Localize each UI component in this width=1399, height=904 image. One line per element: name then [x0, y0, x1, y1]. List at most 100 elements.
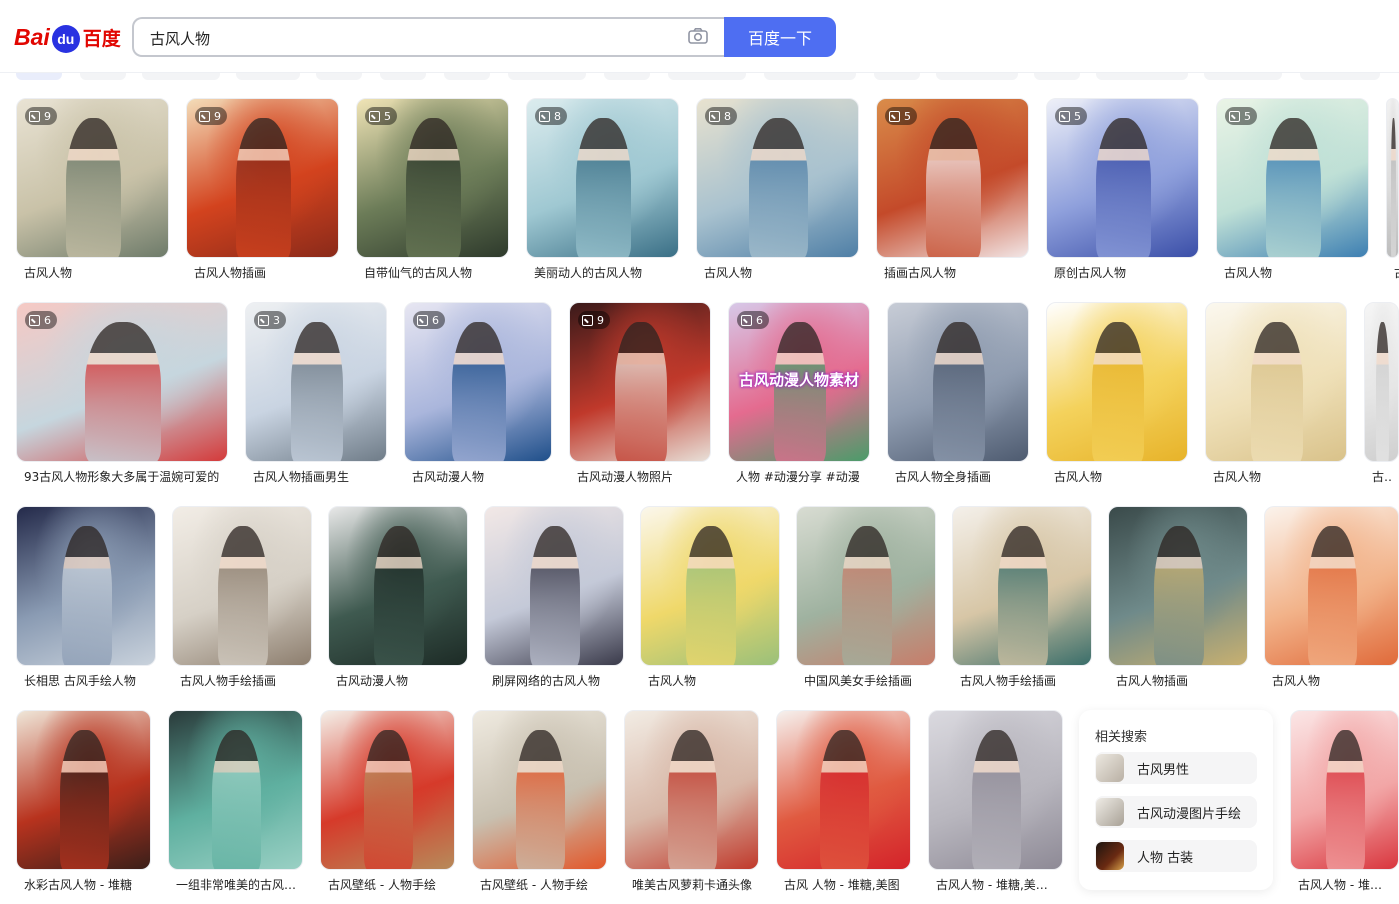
- filter-chip[interactable]: [236, 72, 300, 80]
- result-caption[interactable]: 水彩古风人物 - 堆糖: [24, 876, 145, 893]
- result-thumbnail[interactable]: 5: [1046, 98, 1199, 258]
- related-search-item[interactable]: 人物 古装: [1095, 840, 1257, 872]
- figure-illustration: [60, 730, 109, 869]
- result-thumbnail[interactable]: [168, 710, 303, 870]
- result-thumbnail[interactable]: [624, 710, 759, 870]
- result-thumbnail[interactable]: 5: [356, 98, 509, 258]
- baidu-logo[interactable]: Bai du 百度: [14, 20, 121, 54]
- filter-chip[interactable]: [1300, 72, 1380, 80]
- result-caption[interactable]: 人物 #动漫分享 #动漫: [736, 468, 864, 485]
- result-caption[interactable]: 古风: [1372, 468, 1393, 485]
- figure-illustration: [972, 730, 1021, 869]
- result-caption[interactable]: 美丽动人的古风人物: [534, 264, 673, 281]
- related-search-item[interactable]: 古风动漫图片手绘: [1095, 796, 1257, 828]
- image-count-badge: 9: [25, 107, 57, 125]
- related-search-label: 古风动漫图片手绘: [1137, 806, 1242, 822]
- filter-chip[interactable]: [16, 72, 62, 80]
- filter-chip[interactable]: [508, 72, 586, 80]
- result-caption[interactable]: 一组非常唯美的古风人物: [176, 876, 297, 893]
- result-thumbnail[interactable]: 6: [404, 302, 552, 462]
- result-thumbnail[interactable]: [1205, 302, 1347, 462]
- result-thumbnail[interactable]: 8: [696, 98, 859, 258]
- result-caption[interactable]: 古风人物: [1272, 672, 1393, 689]
- result-thumbnail[interactable]: [776, 710, 911, 870]
- result-caption[interactable]: 古风人物: [704, 264, 853, 281]
- result-caption[interactable]: 古风壁纸 - 人物手绘: [328, 876, 449, 893]
- result-caption[interactable]: 刷屏网络的古风人物: [492, 672, 618, 689]
- result-thumbnail[interactable]: 8: [526, 98, 679, 258]
- camera-icon[interactable]: [688, 28, 708, 44]
- result-caption[interactable]: 古风人物: [1213, 468, 1341, 485]
- result-caption[interactable]: 古风人物全身插画: [895, 468, 1023, 485]
- gallery-icon: [582, 314, 593, 326]
- result-caption[interactable]: 古风动漫人物: [412, 468, 546, 485]
- filter-chip[interactable]: [668, 72, 746, 80]
- result-caption[interactable]: 古风人物: [648, 672, 774, 689]
- result-caption[interactable]: 自带仙气的古风人物: [364, 264, 503, 281]
- result-thumbnail[interactable]: 5: [1216, 98, 1369, 258]
- result-thumbnail[interactable]: [16, 506, 156, 666]
- filter-chip[interactable]: [316, 72, 362, 80]
- search-button[interactable]: 百度一下: [724, 17, 836, 57]
- result-caption[interactable]: 古风壁纸 - 人物手绘: [480, 876, 601, 893]
- result-caption[interactable]: 古风人物: [1054, 468, 1182, 485]
- filter-chip[interactable]: [444, 72, 490, 80]
- result-thumbnail[interactable]: [1290, 710, 1399, 870]
- result-thumbnail[interactable]: [328, 506, 468, 666]
- result-thumbnail[interactable]: 古风动漫人物素材 6: [728, 302, 870, 462]
- filter-chip[interactable]: [142, 72, 220, 80]
- result-thumbnail[interactable]: [320, 710, 455, 870]
- result-caption[interactable]: 中国风美女手绘插画: [804, 672, 930, 689]
- result-thumbnail[interactable]: 9: [186, 98, 339, 258]
- related-search-item[interactable]: 古风男性: [1095, 752, 1257, 784]
- filter-chip[interactable]: [936, 72, 1018, 80]
- result-caption[interactable]: 原创古风人物: [1054, 264, 1193, 281]
- filter-chip[interactable]: [80, 72, 126, 80]
- search-input[interactable]: [148, 27, 672, 49]
- result-thumbnail[interactable]: [952, 506, 1092, 666]
- result-thumbnail[interactable]: 9: [569, 302, 711, 462]
- filter-chip[interactable]: [380, 72, 426, 80]
- result-caption[interactable]: 古风人物: [24, 264, 163, 281]
- figure-illustration: [1251, 322, 1303, 461]
- filter-chip[interactable]: [1204, 72, 1282, 80]
- result-thumbnail[interactable]: [172, 506, 312, 666]
- result-thumbnail[interactable]: [1364, 302, 1399, 462]
- result-caption[interactable]: 古风人物 - 堆糖,美图壁纸: [936, 876, 1057, 893]
- filter-chip[interactable]: [604, 72, 650, 80]
- result-thumbnail[interactable]: [484, 506, 624, 666]
- result-caption[interactable]: 古风人物插画: [1116, 672, 1242, 689]
- filter-chip[interactable]: [1096, 72, 1188, 80]
- result-thumbnail[interactable]: [1386, 98, 1399, 258]
- result-thumbnail[interactable]: 3: [245, 302, 387, 462]
- result-caption[interactable]: 唯美古风萝莉卡通头像: [632, 876, 753, 893]
- result-caption[interactable]: 古风动漫人物照片: [577, 468, 705, 485]
- result-caption[interactable]: 93古风人物形象大多属于温婉可爱的: [24, 468, 222, 485]
- result-thumbnail[interactable]: 6: [16, 302, 228, 462]
- result-thumbnail[interactable]: [887, 302, 1029, 462]
- result-thumbnail[interactable]: [16, 710, 151, 870]
- result-caption[interactable]: 古风人物手绘插画: [960, 672, 1086, 689]
- result-caption[interactable]: 古风动漫人物: [336, 672, 462, 689]
- result-thumbnail[interactable]: [928, 710, 1063, 870]
- result-thumbnail[interactable]: [472, 710, 607, 870]
- result-thumbnail[interactable]: 9: [16, 98, 169, 258]
- result-caption[interactable]: 古: [1394, 264, 1399, 281]
- filter-chip[interactable]: [764, 72, 856, 80]
- result-caption[interactable]: 古风人物插画男生: [253, 468, 381, 485]
- result-thumbnail[interactable]: [1264, 506, 1399, 666]
- result-caption[interactable]: 插画古风人物: [884, 264, 1023, 281]
- result-caption[interactable]: 古风人物: [1224, 264, 1363, 281]
- result-caption[interactable]: 古风人物手绘插画: [180, 672, 306, 689]
- result-caption[interactable]: 古风人物 - 堆糖,美图壁纸: [1298, 876, 1393, 893]
- result-thumbnail[interactable]: 5: [876, 98, 1029, 258]
- result-caption[interactable]: 古风 人物 - 堆糖,美图: [784, 876, 905, 893]
- result-thumbnail[interactable]: [796, 506, 936, 666]
- result-thumbnail[interactable]: [1046, 302, 1188, 462]
- result-thumbnail[interactable]: [1108, 506, 1248, 666]
- filter-chip[interactable]: [874, 72, 920, 80]
- result-caption[interactable]: 古风人物插画: [194, 264, 333, 281]
- result-thumbnail[interactable]: [640, 506, 780, 666]
- filter-chip[interactable]: [1034, 72, 1080, 80]
- result-caption[interactable]: 长相思 古风手绘人物: [24, 672, 150, 689]
